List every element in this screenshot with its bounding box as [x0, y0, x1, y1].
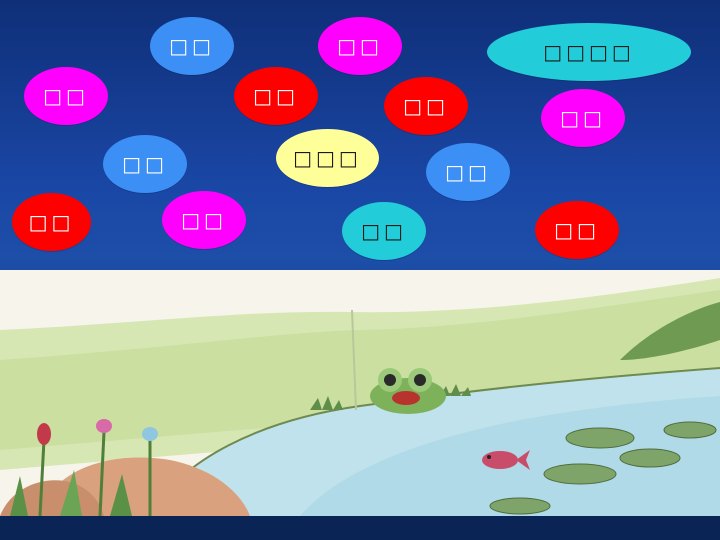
word-bubble-red-3[interactable]: □□	[12, 193, 91, 251]
word-bubble-cyan-2[interactable]: □□	[342, 202, 426, 260]
word-bubble-red-1[interactable]: □□	[234, 67, 318, 125]
word-bubble-magenta-2[interactable]: □□	[24, 67, 108, 125]
word-bubble-red-2[interactable]: □□	[384, 77, 468, 135]
word-bubble-red-4[interactable]: □□	[535, 201, 619, 259]
word-bubble-cyan-long[interactable]: □□□□	[487, 23, 691, 81]
word-bubble-blue-2[interactable]: □□	[103, 135, 187, 193]
word-bubble-magenta-3[interactable]: □□	[541, 89, 625, 147]
word-bubble-magenta-1[interactable]: □□	[318, 17, 402, 75]
word-bubble-magenta-4[interactable]: □□	[162, 191, 246, 249]
pond-illustration	[0, 270, 720, 516]
word-bubble-blue-1[interactable]: □□	[150, 17, 234, 75]
word-bubble-yellow[interactable]: □□□	[276, 129, 379, 187]
pond-scene	[0, 270, 720, 516]
bottom-bar	[0, 516, 720, 540]
word-bubble-blue-3[interactable]: □□	[426, 143, 510, 201]
